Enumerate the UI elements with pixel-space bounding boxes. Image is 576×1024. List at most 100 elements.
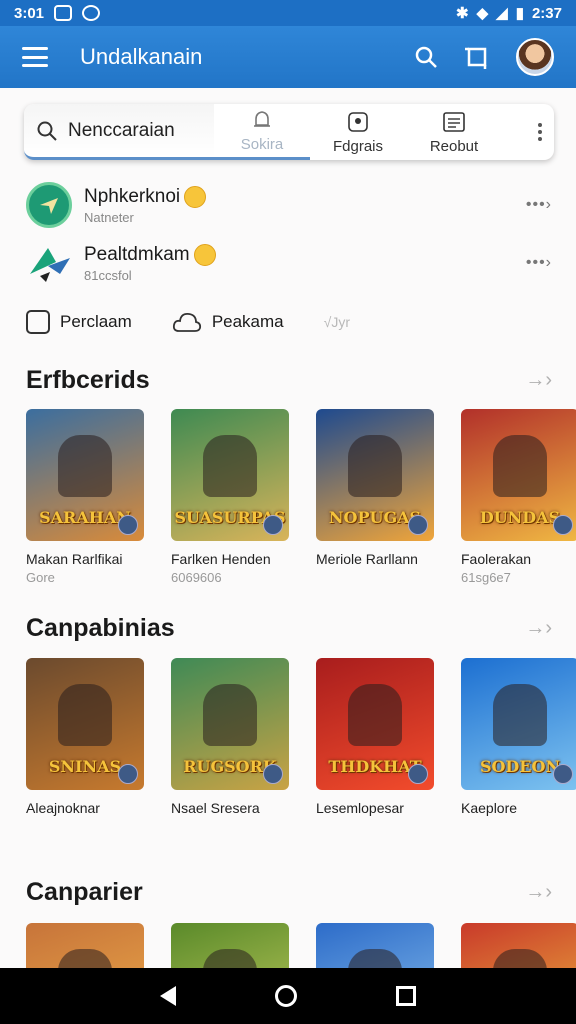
game-title: Meriole Rarllann (316, 551, 418, 567)
game-card[interactable]: SNINAS Aleajnoknar (26, 658, 144, 819)
tab-reobut[interactable]: Reobut (406, 104, 502, 160)
chip-label: Peakama (211, 312, 284, 331)
menu-icon[interactable] (22, 47, 48, 67)
section-title: Erfbcerids (26, 366, 150, 394)
list-item[interactable]: Pealtdmkam 81ccsfol •••› (26, 238, 552, 288)
game-card[interactable] (26, 923, 144, 968)
more-icon[interactable]: •••› (526, 196, 552, 214)
game-cover-image (316, 923, 434, 968)
character-illustration (348, 949, 402, 968)
feed-subtitle: 81ccsfol (84, 267, 132, 283)
game-cover-image: SUASURPAS (171, 409, 289, 541)
game-card[interactable]: RUGSORK Nsael Sresera (171, 658, 289, 819)
game-title: Lesemlopesar (316, 800, 404, 816)
game-card[interactable]: NOPUGAS Meriole Rarllann (316, 409, 434, 570)
feed-title: Pealtdmkam (84, 243, 190, 265)
search-icon[interactable] (414, 45, 438, 69)
location-icon (348, 111, 368, 132)
game-card[interactable] (316, 923, 434, 968)
status-bar: 3:01 ✱ ◆ ◢ ▮ 2:37 (0, 0, 576, 26)
chip-perclaam[interactable]: Perclaam (26, 310, 132, 334)
app-logo-icon (26, 182, 72, 228)
game-cover-image: SNINAS (26, 658, 144, 790)
chip-row: Perclaam Peakama √Jyr (26, 306, 546, 338)
chip-faded[interactable]: √Jyr (324, 314, 350, 330)
game-card[interactable]: SUASURPAS Farlken Henden 6069606 (171, 409, 289, 585)
search-card: Nenccaraian Sokira Fdgrais Reobut (24, 104, 554, 160)
chip-label: √Jyr (323, 314, 350, 330)
game-card[interactable]: SARAHAN Makan Rarlfikai Gore (26, 409, 144, 585)
emoji-icon (193, 243, 216, 266)
calendar-icon (26, 310, 50, 334)
back-icon[interactable] (159, 986, 176, 1006)
character-illustration (348, 684, 402, 746)
feed-subtitle: Natneter (84, 209, 134, 225)
game-cover-image: RUGSORK (171, 658, 289, 790)
home-icon[interactable] (274, 985, 297, 1007)
download-badge-icon[interactable] (118, 515, 138, 535)
game-meta: 61sg6e7 (461, 570, 511, 585)
download-badge-icon[interactable] (553, 764, 573, 784)
download-badge-icon[interactable] (263, 764, 283, 784)
character-illustration (58, 949, 112, 968)
download-badge-icon[interactable] (118, 764, 138, 784)
game-card[interactable] (461, 923, 576, 968)
tab-label: Fdgrais (332, 137, 384, 155)
app-logo-icon (26, 240, 72, 286)
game-row (26, 923, 576, 968)
signal-icon: ◢ (496, 5, 508, 22)
recents-icon[interactable] (396, 986, 417, 1006)
game-cover-image: THDKHAT (316, 658, 434, 790)
section-arrow-icon[interactable]: →› (525, 881, 552, 904)
game-meta: Gore (26, 570, 55, 585)
game-card[interactable] (171, 923, 289, 968)
crop-icon[interactable] (464, 44, 490, 70)
section-arrow-icon[interactable]: →› (525, 369, 552, 392)
search-input[interactable]: Nenccaraian (24, 104, 214, 160)
search-value: Nenccaraian (68, 119, 175, 141)
game-title: Kaeplore (461, 800, 518, 816)
notification-icon (82, 5, 101, 21)
more-options-icon[interactable] (538, 123, 542, 141)
avatar[interactable] (516, 38, 554, 76)
character-illustration (348, 435, 402, 497)
status-time-right: 2:37 (531, 4, 562, 22)
game-title: Aleajnoknar (26, 800, 100, 816)
game-cover-image (461, 923, 576, 968)
game-cover-image (171, 923, 289, 968)
status-time-left: 3:01 (14, 4, 45, 22)
bell-icon (254, 111, 270, 127)
app-bar: Undalkanain (0, 26, 576, 88)
feed-title: Nphkerknoi (84, 185, 181, 207)
game-card[interactable]: DUNDAS Faolerakan 61sg6e7 (461, 409, 576, 585)
search-icon (37, 121, 57, 141)
section-arrow-icon[interactable]: →› (525, 617, 552, 640)
tab-sokira[interactable]: Sokira (214, 104, 310, 160)
game-title: Faolerakan (461, 551, 532, 567)
game-row: SARAHAN Makan Rarlfikai Gore SUASURPAS Farlk… (26, 409, 576, 599)
emoji-icon (184, 185, 207, 208)
game-card[interactable]: SODEON Kaeplore (461, 658, 576, 819)
game-cover-image: DUNDAS (461, 409, 576, 541)
section-title: Canparier (26, 878, 143, 906)
character-illustration (203, 435, 257, 497)
game-cover-image (26, 923, 144, 968)
app-title: Undalkanain (80, 44, 203, 69)
download-badge-icon[interactable] (408, 764, 428, 784)
list-item[interactable]: Nphkerknoi Natneter •••› (26, 180, 552, 230)
tab-fdgrais[interactable]: Fdgrais (310, 104, 406, 160)
download-badge-icon[interactable] (553, 515, 573, 535)
game-card[interactable]: THDKHAT Lesemlopesar (316, 658, 434, 819)
character-illustration (58, 684, 112, 746)
character-illustration (203, 949, 257, 968)
chip-peakama[interactable]: Peakama (172, 309, 284, 335)
download-badge-icon[interactable] (263, 515, 283, 535)
system-nav-bar (0, 968, 576, 1024)
game-row: SNINAS Aleajnoknar RUGSORK Nsael Sresera THD… (26, 658, 576, 848)
character-illustration (493, 684, 547, 746)
bluetooth-icon: ✱ (456, 5, 469, 22)
game-title: Makan Rarlfikai (26, 551, 123, 567)
more-icon[interactable]: •••› (526, 254, 552, 272)
wifi-icon: ◆ (476, 5, 489, 22)
download-badge-icon[interactable] (408, 515, 428, 535)
